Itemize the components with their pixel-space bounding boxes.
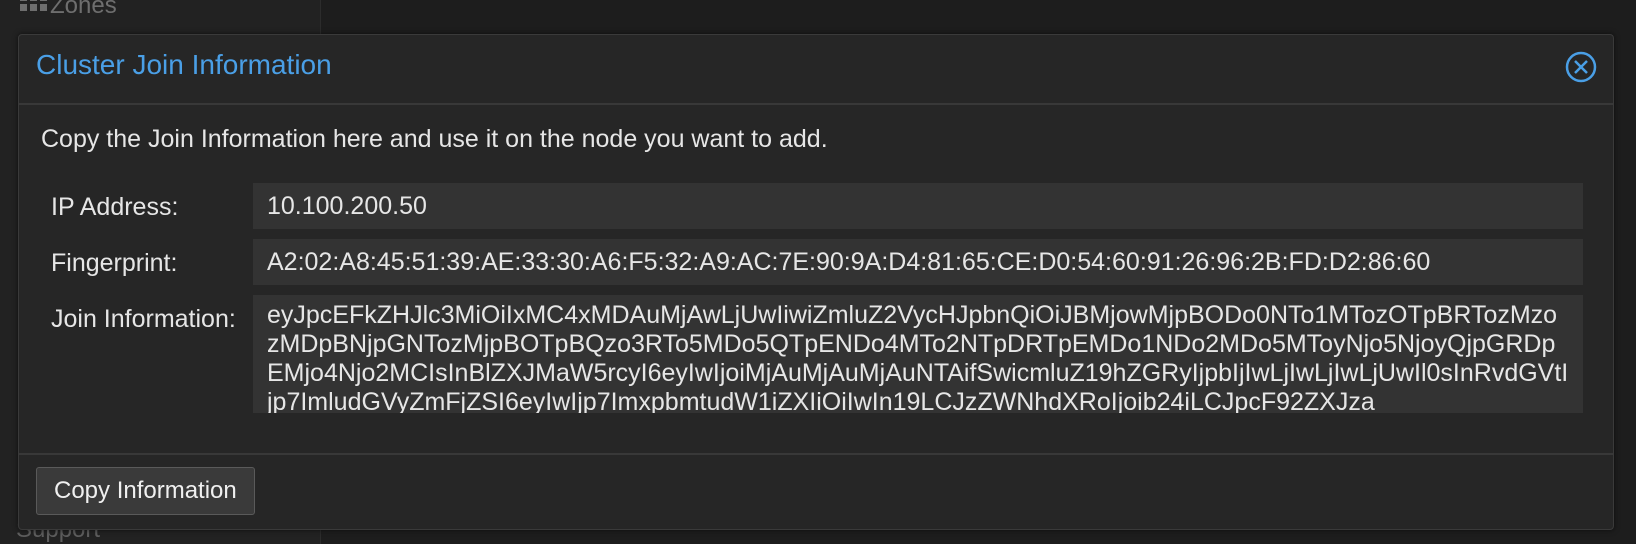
join-information-label: Join Information: (51, 305, 236, 333)
dialog-title: Cluster Join Information (36, 49, 332, 80)
cluster-join-dialog: Cluster Join Information Copy the Join I… (18, 34, 1614, 530)
join-information-textarea[interactable]: eyJpcEFkZHJlc3MiOiIxMC4xMDAuMjAwLjUwIiwi… (253, 295, 1583, 413)
ip-address-field[interactable]: 10.100.200.50 (253, 183, 1583, 229)
fingerprint-label: Fingerprint: (51, 249, 178, 277)
dialog-footer: Copy Information (19, 453, 1613, 529)
ip-address-label: IP Address: (51, 193, 179, 221)
sidebar-item-zones[interactable]: Zones (50, 0, 117, 20)
intro-text: Copy the Join Information here and use i… (41, 125, 828, 153)
close-icon[interactable] (1565, 51, 1597, 83)
fingerprint-field[interactable]: A2:02:A8:45:51:39:AE:33:30:A6:F5:32:A9:A… (253, 239, 1583, 285)
copy-information-button[interactable]: Copy Information (36, 467, 255, 515)
dialog-body: Copy the Join Information here and use i… (19, 105, 1613, 465)
grid-icon (20, 0, 47, 11)
dialog-header: Cluster Join Information (19, 35, 1613, 105)
